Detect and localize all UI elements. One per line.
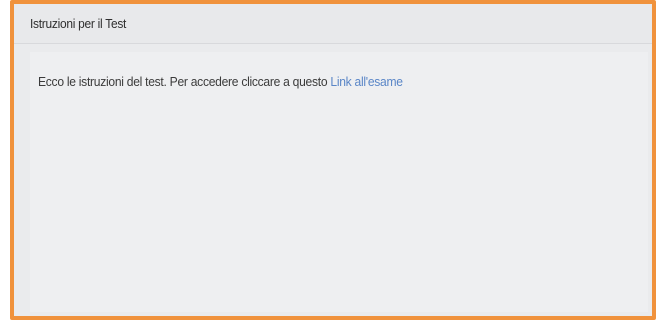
instructions-text: Ecco le istruzioni del test. Per acceder… [38,74,605,89]
instructions-body-text: Ecco le istruzioni del test. Per acceder… [38,74,331,89]
panel-body: Ecco le istruzioni del test. Per acceder… [30,52,648,312]
panel-title: Istruzioni per il Test [30,16,127,31]
exam-link[interactable]: Link all'esame [330,74,403,89]
panel-header: Istruzioni per il Test [14,4,652,44]
test-instructions-panel: Istruzioni per il Test Ecco le istruzion… [10,0,656,320]
